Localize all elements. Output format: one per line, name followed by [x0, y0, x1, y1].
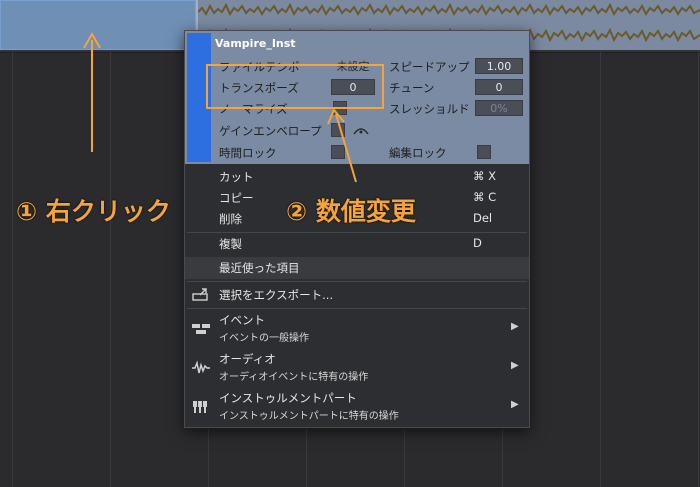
- menu-item-export[interactable]: 選択をエクスポート...: [185, 285, 529, 305]
- threshold-label: スレッショルド: [389, 102, 470, 116]
- edit-lock-label: 編集ロック: [389, 146, 447, 160]
- annotation-step1: ① 右クリック: [16, 197, 171, 226]
- event-name: Vampire_Inst: [215, 37, 296, 50]
- menu-item-recent[interactable]: 最近使った項目: [185, 257, 529, 279]
- grid-line: [600, 52, 601, 487]
- chevron-right-icon: ▶: [511, 399, 519, 410]
- tune-field[interactable]: 0: [475, 79, 523, 95]
- envelope-icon: [353, 128, 369, 135]
- audio-wave-icon: [192, 360, 210, 374]
- grid-line: [12, 52, 13, 487]
- menu-item-audio[interactable]: オーディオ オーディオイベントに特有の操作 ▶: [185, 351, 529, 385]
- threshold-field[interactable]: 0%: [475, 100, 523, 116]
- export-icon: [192, 288, 208, 301]
- grid-line: [698, 52, 699, 487]
- gain-envelope-label: ゲインエンベロープ: [219, 124, 322, 138]
- menu-item-cut[interactable]: カット ⌘ X: [185, 169, 529, 187]
- menu-item-event[interactable]: イベント イベントの一般操作 ▶: [185, 312, 529, 346]
- annotation-step2: ② 数値変更: [286, 197, 416, 226]
- edit-lock-checkbox[interactable]: [477, 145, 491, 159]
- selected-region[interactable]: [0, 0, 196, 50]
- menu-item-instrument-part[interactable]: インストゥルメントパート インストゥルメントパートに特有の操作 ▶: [185, 390, 529, 424]
- transpose-highlight-box: [206, 64, 384, 109]
- instrument-icon: [193, 401, 207, 413]
- menu-separator: [187, 232, 527, 233]
- menu-item-duplicate[interactable]: 複製 D: [185, 236, 529, 254]
- speedup-field[interactable]: 1.00: [475, 58, 523, 74]
- menu-separator: [187, 308, 527, 309]
- grid-line: [110, 52, 111, 487]
- speedup-label: スピードアップ: [389, 60, 470, 74]
- gain-envelope-checkbox[interactable]: [331, 123, 345, 137]
- time-lock-label: 時間ロック: [219, 146, 277, 160]
- chevron-right-icon: ▶: [511, 321, 519, 332]
- event-icon: [192, 324, 210, 334]
- chevron-right-icon: ▶: [511, 360, 519, 371]
- time-lock-checkbox[interactable]: [331, 145, 345, 159]
- tune-label: チューン: [389, 81, 435, 95]
- menu-separator: [187, 281, 527, 282]
